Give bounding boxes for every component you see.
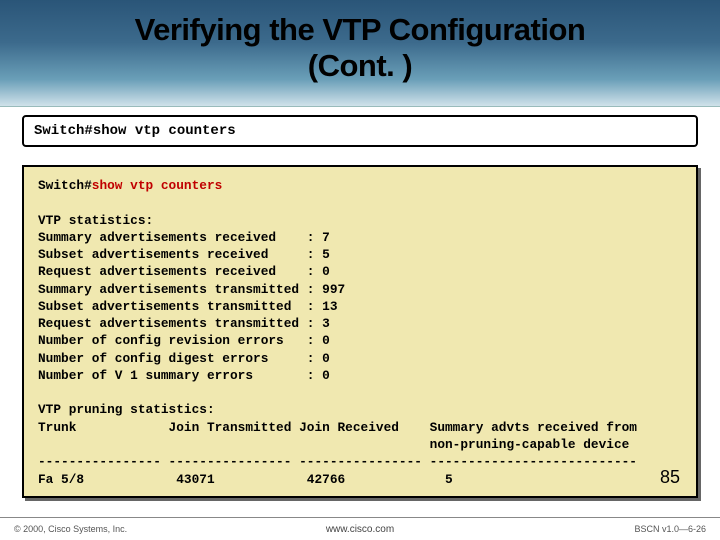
terminal-command: show vtp counters (92, 178, 223, 193)
stat-row: Subset advertisements received : 5 (38, 247, 330, 262)
pruning-table-divider: ---------------- ---------------- ------… (38, 454, 637, 469)
terminal-prompt: Switch# (38, 178, 92, 193)
pruning-table-header: Trunk Join Transmitted Join Received Sum… (38, 420, 637, 452)
stat-row: Number of config digest errors : 0 (38, 351, 330, 366)
stat-row: Request advertisements transmitted : 3 (38, 316, 330, 331)
page-number: 85 (660, 465, 680, 489)
title-line-1: Verifying the VTP Configuration (135, 12, 586, 47)
footer-url: www.cisco.com (326, 524, 394, 535)
stat-row: Subset advertisements transmitted : 13 (38, 299, 338, 314)
title-line-2: (Cont. ) (308, 48, 412, 83)
footer-course-code: BSCN v1.0—6-26 (634, 524, 706, 534)
vtp-stats-header: VTP statistics: (38, 213, 153, 228)
command-text: show vtp counters (93, 123, 236, 139)
stat-row: Number of V 1 summary errors : 0 (38, 368, 330, 383)
command-syntax-box: Switch#show vtp counters (22, 115, 698, 147)
command-prompt: Switch# (34, 123, 93, 139)
pruning-table-row: Fa 5/8 43071 42766 5 (38, 472, 453, 487)
slide-footer: © 2000, Cisco Systems, Inc. www.cisco.co… (0, 517, 720, 540)
stat-row: Number of config revision errors : 0 (38, 333, 330, 348)
stat-row: Summary advertisements transmitted : 997 (38, 282, 345, 297)
slide-header: Verifying the VTP Configuration (Cont. ) (0, 0, 720, 107)
pruning-stats-header: VTP pruning statistics: (38, 402, 215, 417)
slide-title: Verifying the VTP Configuration (Cont. ) (0, 0, 720, 83)
footer-copyright: © 2000, Cisco Systems, Inc. (14, 524, 127, 534)
stat-row: Summary advertisements received : 7 (38, 230, 330, 245)
terminal-output: Switch#show vtp counters VTP statistics:… (22, 165, 698, 498)
stat-row: Request advertisements received : 0 (38, 264, 330, 279)
